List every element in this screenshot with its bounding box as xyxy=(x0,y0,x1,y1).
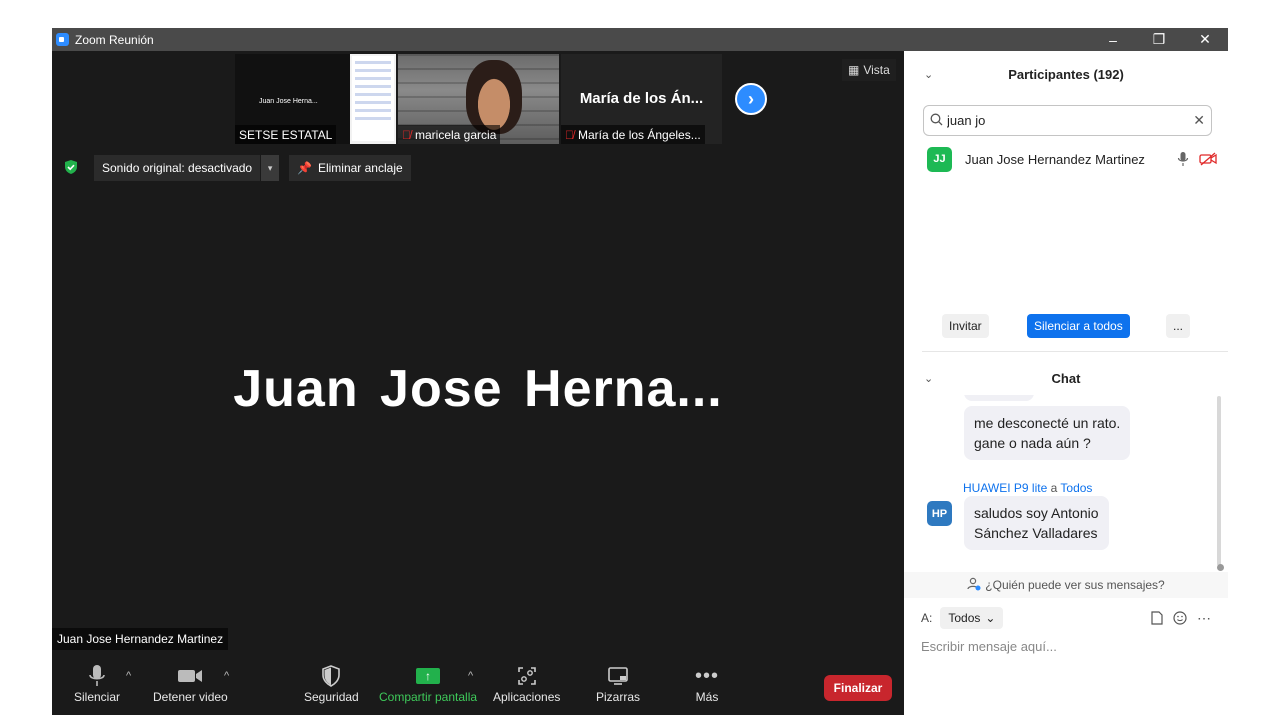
meeting-toolbar: Silenciar ^ Detener video ^ Seguridad ↑ … xyxy=(52,656,904,715)
zoom-window: Zoom Reunión – ❐ ✕ Juan Jose Herna... SE… xyxy=(52,28,1228,715)
window-title: Zoom Reunión xyxy=(75,32,154,47)
participants-header: ⌄ Participantes (192) xyxy=(904,62,1228,86)
more-options-icon[interactable]: ⋯ xyxy=(1197,610,1211,627)
participants-title: Participantes (192) xyxy=(1008,66,1124,82)
participant-search: ✕ xyxy=(923,105,1212,136)
pin-icon: 📌 xyxy=(297,161,312,175)
collapse-chevron-icon[interactable]: ⌄ xyxy=(924,372,933,385)
original-sound-button[interactable]: Sonido original: desactivado xyxy=(94,155,261,181)
chat-messages: me desconecté un rato. gane o nada aún ?… xyxy=(904,395,1228,570)
thumbnail-big-name: María de los Án... xyxy=(579,90,704,107)
share-screen-icon: ↑ xyxy=(416,662,441,690)
thumbnail-maricela-garcia[interactable]: 🎙̸ maricela garcia xyxy=(398,54,559,144)
encryption-shield-icon[interactable] xyxy=(63,159,79,175)
recipient-select[interactable]: Todos ⌄ xyxy=(940,607,1004,629)
thumbnail-label: SETSE ESTATAL xyxy=(235,125,337,144)
chat-bubble[interactable]: me desconecté un rato. gane o nada aún ? xyxy=(964,406,1131,460)
avatar: JJ xyxy=(927,146,952,172)
right-sidebar: ⌄ Participantes (192) ✕ JJ Juan Jose Her… xyxy=(904,51,1228,692)
original-sound-control: Sonido original: desactivado ▾ xyxy=(94,155,280,181)
section-divider xyxy=(922,351,1228,352)
thumbnail-label: 🎙̸ maricela garcia xyxy=(398,125,501,144)
chat-scrollbar[interactable] xyxy=(1217,396,1221,566)
collapse-chevron-icon[interactable]: ⌄ xyxy=(924,68,933,81)
chevron-down-icon[interactable]: ▾ xyxy=(261,155,280,181)
minimize-button[interactable]: – xyxy=(1090,28,1136,51)
thumbnail-label: 🎙̸ María de los Ángeles... xyxy=(561,125,705,144)
video-off-icon[interactable] xyxy=(1199,152,1217,166)
search-input[interactable] xyxy=(947,113,1194,128)
window-controls: – ❐ ✕ xyxy=(1090,28,1228,51)
avatar: HP xyxy=(927,501,952,526)
more-button[interactable]: ••• Más xyxy=(695,662,720,705)
thumbnail-strip: Juan Jose Herna... SETSE ESTATAL 🎙̸ mari… xyxy=(235,54,722,144)
apps-button[interactable]: Aplicaciones xyxy=(493,662,560,704)
chevron-down-icon: ⌄ xyxy=(985,611,996,625)
active-speaker-name: Juan Jose Herna... xyxy=(233,360,723,418)
zoom-logo-icon xyxy=(56,33,69,46)
title-bar: Zoom Reunión – ❐ ✕ xyxy=(52,28,1228,51)
user-info-icon xyxy=(967,577,981,594)
security-button[interactable]: Seguridad xyxy=(304,662,359,704)
chat-sender: HUAWEI P9 lite a Todos xyxy=(963,481,1093,495)
mic-muted-icon: 🎙̸ xyxy=(565,127,574,142)
next-page-arrow-icon[interactable]: › xyxy=(735,83,767,115)
shared-screen-text: Juan Jose Herna... xyxy=(259,98,318,105)
microphone-icon xyxy=(88,662,106,690)
view-button[interactable]: ▦ Vista xyxy=(842,59,896,81)
chat-bubble[interactable]: saludos soy Antonio Sánchez Valladares xyxy=(964,496,1109,550)
to-label: A: xyxy=(921,611,933,625)
stop-video-button[interactable]: Detener video xyxy=(153,662,228,704)
share-screen-button[interactable]: ↑ Compartir pantalla xyxy=(379,662,477,704)
whiteboards-button[interactable]: Pizarras xyxy=(596,662,640,704)
mute-all-button[interactable]: Silenciar a todos xyxy=(1027,314,1130,338)
search-icon xyxy=(930,113,943,129)
chat-privacy-notice[interactable]: ¿Quién puede ver sus mensajes? xyxy=(904,572,1228,598)
more-dots-icon: ••• xyxy=(695,664,720,687)
unpin-button[interactable]: 📌 Eliminar anclaje xyxy=(289,155,411,181)
chat-title: Chat xyxy=(1051,370,1081,386)
chat-header: ⌄ Chat xyxy=(904,366,1228,390)
share-options-caret[interactable]: ^ xyxy=(468,670,473,682)
apps-icon xyxy=(517,662,537,690)
whiteboard-icon xyxy=(607,662,629,690)
chat-bubble-partial xyxy=(964,395,1034,401)
close-button[interactable]: ✕ xyxy=(1182,28,1228,51)
participants-more-button[interactable]: ... xyxy=(1166,314,1191,338)
thumbnail-setse-estatal[interactable]: Juan Jose Herna... SETSE ESTATAL xyxy=(235,54,396,144)
mute-button[interactable]: Silenciar xyxy=(74,662,120,704)
clear-search-icon[interactable]: ✕ xyxy=(1193,112,1205,129)
shield-icon xyxy=(321,662,341,690)
file-icon[interactable] xyxy=(1151,611,1163,625)
active-speaker-label: Juan Jose Hernandez Martinez xyxy=(52,628,229,650)
microphone-icon[interactable] xyxy=(1177,151,1189,167)
participant-video xyxy=(466,60,522,134)
video-options-caret[interactable]: ^ xyxy=(224,670,229,682)
end-meeting-button[interactable]: Finalizar xyxy=(824,675,892,701)
video-area: Juan Jose Herna... SETSE ESTATAL 🎙̸ mari… xyxy=(52,51,904,715)
audio-options-caret[interactable]: ^ xyxy=(126,670,131,682)
participant-name: Juan Jose Hernandez Martinez xyxy=(965,151,1145,167)
scrollbar-handle[interactable] xyxy=(1217,564,1224,571)
invite-button[interactable]: Invitar xyxy=(942,314,989,338)
chat-recipient-row: A: Todos ⌄ ⋯ xyxy=(921,607,1211,629)
grid-icon: ▦ xyxy=(848,63,860,77)
participant-row[interactable]: JJ Juan Jose Hernandez Martinez xyxy=(927,146,1217,172)
emoji-icon[interactable] xyxy=(1173,611,1187,625)
shared-screen-panel xyxy=(352,56,394,141)
chat-message-input[interactable]: Escribir mensaje aquí... xyxy=(921,639,1211,661)
mic-muted-icon: 🎙̸ xyxy=(402,127,411,142)
video-camera-icon xyxy=(177,662,203,690)
thumbnail-maria-de-los-angeles[interactable]: María de los Án... 🎙̸ María de los Ángel… xyxy=(561,54,722,144)
restore-button[interactable]: ❐ xyxy=(1136,28,1182,51)
